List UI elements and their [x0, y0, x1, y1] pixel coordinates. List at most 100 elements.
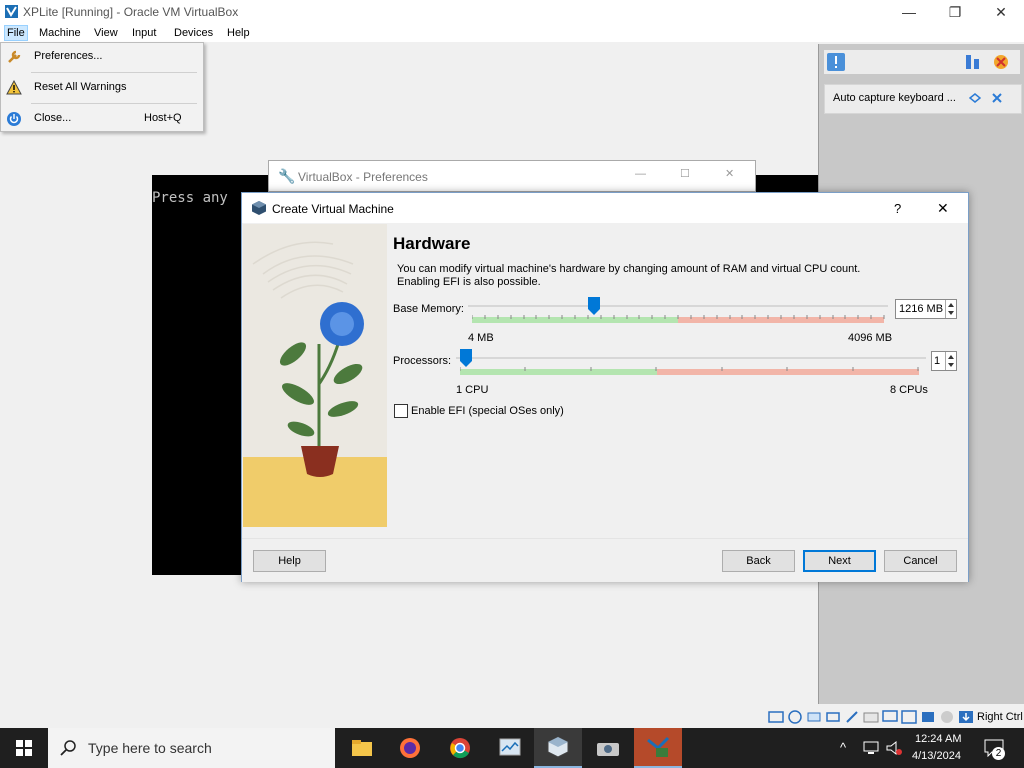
- page-description: You can modify virtual machine's hardwar…: [397, 263, 861, 288]
- menu-file[interactable]: File: [4, 25, 28, 41]
- dialog-close-button[interactable]: ✕: [937, 200, 949, 217]
- warning-icon: [6, 80, 22, 95]
- taskbar-file-explorer[interactable]: [338, 728, 386, 768]
- vm-statusbar: Right Ctrl: [0, 704, 1024, 728]
- virtualbox-icon: [5, 5, 18, 18]
- prefs-minimize-button[interactable]: —: [635, 168, 646, 180]
- taskbar-task-manager[interactable]: [486, 728, 534, 768]
- cpu-slider-thumb[interactable]: [460, 349, 472, 367]
- prefs-maximize-button[interactable]: ☐: [680, 167, 690, 180]
- taskbar-virtualbox-manager[interactable]: [534, 728, 582, 768]
- virtualbox-cube-icon: [547, 736, 569, 758]
- usb-icon[interactable]: [844, 710, 860, 724]
- notification-text: Auto capture keyboard ...: [833, 92, 956, 104]
- menu-input[interactable]: Input: [130, 26, 158, 40]
- preferences-title: VirtualBox - Preferences: [298, 170, 428, 184]
- cpu-slider-scale: [460, 367, 919, 375]
- clock-date[interactable]: 4/13/2024: [912, 750, 961, 762]
- cpu-spinbox[interactable]: 1: [931, 351, 957, 371]
- search-placeholder: Type here to search: [88, 740, 212, 756]
- prefs-close-button[interactable]: ✕: [725, 167, 734, 180]
- processors-label: Processors:: [393, 355, 452, 367]
- efi-label[interactable]: Enable EFI (special OSes only): [411, 405, 564, 417]
- chevron-up-icon[interactable]: ^: [840, 740, 846, 755]
- memory-spin-arrows[interactable]: [945, 300, 956, 318]
- taskbar-firefox[interactable]: [386, 728, 434, 768]
- notification-center-icon[interactable]: [826, 52, 846, 72]
- minimize-button[interactable]: —: [886, 0, 932, 24]
- efi-checkbox[interactable]: [394, 404, 408, 418]
- file-menu: Preferences... Reset All Warnings Close.…: [0, 42, 204, 132]
- memory-slider-track[interactable]: [468, 305, 888, 307]
- memory-slider-thumb[interactable]: [587, 297, 600, 315]
- cancel-button[interactable]: Cancel: [884, 550, 957, 572]
- clock-time[interactable]: 12:24 AM: [915, 733, 961, 745]
- clear-notifications-icon[interactable]: [992, 53, 1010, 71]
- menu-separator: [31, 72, 197, 73]
- taskbar-search-box[interactable]: Type here to search: [48, 728, 335, 768]
- cpu-spin-arrows[interactable]: [945, 352, 956, 370]
- window-title: XPLite [Running] - Oracle VM VirtualBox: [23, 5, 239, 19]
- maximize-button[interactable]: ❐: [932, 0, 978, 24]
- menu-item-preferences[interactable]: Preferences...: [1, 43, 203, 71]
- spin-arrows-icon: [948, 355, 954, 367]
- menu-help[interactable]: Help: [225, 26, 252, 40]
- menu-item-close[interactable]: Close... Host+Q: [1, 105, 203, 133]
- cpu-slider-track[interactable]: [456, 357, 926, 359]
- keep-notification-icon[interactable]: [969, 92, 981, 104]
- cpu-icon[interactable]: [920, 710, 936, 724]
- menubar: File Machine View Input Devices Help: [0, 24, 1024, 42]
- task-manager-icon: [499, 738, 521, 756]
- network-icon[interactable]: [825, 710, 841, 724]
- windows-taskbar: Type here to search ^ 12:24 AM 4/13/2024…: [0, 728, 1024, 768]
- volume-muted-icon[interactable]: [886, 740, 904, 756]
- menu-item-shortcut: Host+Q: [144, 112, 182, 124]
- memory-min-label: 4 MB: [468, 332, 494, 344]
- search-icon: [60, 740, 76, 756]
- cpu-min-label: 1 CPU: [456, 384, 489, 396]
- optical-drive-icon[interactable]: [787, 710, 803, 724]
- sort-icon[interactable]: [964, 53, 982, 71]
- xp-vm-icon: [647, 736, 670, 757]
- menu-item-label: Preferences...: [34, 50, 103, 62]
- console-text: Press any: [152, 190, 228, 206]
- wizard-illustration: [243, 224, 387, 527]
- shared-folders-icon[interactable]: [863, 710, 879, 724]
- base-memory-label: Base Memory:: [393, 303, 464, 315]
- menu-item-reset-warnings[interactable]: Reset All Warnings: [1, 74, 203, 102]
- menu-view[interactable]: View: [92, 26, 120, 40]
- menu-separator: [31, 103, 197, 104]
- mouse-integration-icon[interactable]: [939, 710, 955, 724]
- virtualbox-cube-icon: [252, 201, 266, 215]
- close-button[interactable]: ✕: [978, 0, 1024, 24]
- power-icon: [7, 112, 21, 126]
- keyboard-capture-icon[interactable]: [958, 710, 974, 724]
- dialog-help-button[interactable]: ?: [894, 201, 901, 216]
- taskbar-camera[interactable]: [584, 728, 632, 768]
- taskbar-chrome[interactable]: [436, 728, 484, 768]
- notification-item[interactable]: Auto capture keyboard ...: [824, 84, 1022, 114]
- next-button[interactable]: Next: [803, 550, 876, 572]
- network-tray-icon[interactable]: [863, 741, 879, 755]
- menu-devices[interactable]: Devices: [172, 26, 215, 40]
- start-button[interactable]: [0, 728, 48, 768]
- memory-spinbox[interactable]: 1216 MB: [895, 299, 957, 319]
- menu-machine[interactable]: Machine: [37, 26, 83, 40]
- dismiss-notification-icon[interactable]: [991, 92, 1003, 104]
- camera-icon: [597, 743, 619, 756]
- recording-icon[interactable]: [901, 710, 917, 724]
- taskbar-xplite-vm[interactable]: [634, 728, 682, 768]
- hard-disk-icon[interactable]: [768, 710, 784, 724]
- memory-slider-scale: [472, 315, 885, 323]
- preferences-window[interactable]: 🔧 VirtualBox - Preferences — ☐ ✕: [268, 160, 756, 192]
- wrench-icon: 🔧: [278, 168, 296, 184]
- dialog-titlebar: Create Virtual Machine ? ✕: [242, 193, 968, 223]
- back-button[interactable]: Back: [722, 550, 795, 572]
- windows-logo-icon: [16, 740, 32, 756]
- display-icon[interactable]: [882, 710, 898, 724]
- folder-icon: [352, 740, 372, 756]
- help-button[interactable]: Help: [253, 550, 326, 572]
- window-titlebar: XPLite [Running] - Oracle VM VirtualBox …: [0, 0, 1024, 24]
- audio-icon[interactable]: [806, 710, 822, 724]
- wrench-icon: [8, 50, 21, 63]
